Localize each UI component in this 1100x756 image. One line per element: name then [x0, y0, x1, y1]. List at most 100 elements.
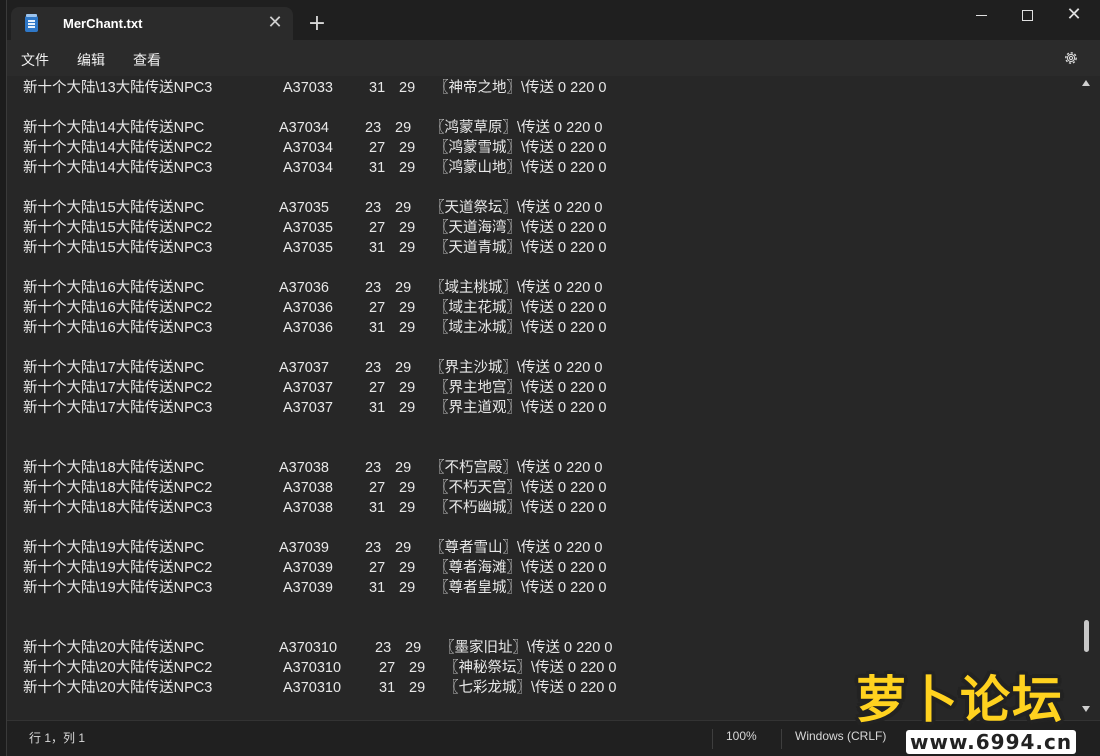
menu-view[interactable]: 查看	[133, 50, 161, 70]
scroll-up-icon[interactable]	[1082, 80, 1090, 86]
line-y: 29	[399, 560, 416, 576]
line-target: 〖域主冰城〗\传送 0 220 0	[434, 320, 607, 336]
line-y: 29	[399, 320, 416, 336]
line-y: 29	[399, 380, 416, 396]
line-code: A37034	[283, 140, 333, 156]
line-x: 27	[369, 380, 386, 396]
line-target: 〖鸿蒙草原〗\传送 0 220 0	[430, 120, 603, 136]
line-target: 〖不朽幽城〗\传送 0 220 0	[434, 500, 607, 516]
line-x: 31	[369, 240, 386, 256]
line-x: 31	[379, 680, 396, 696]
line-x: 31	[369, 500, 386, 516]
line-target: 〖神秘祭坛〗\传送 0 220 0	[444, 660, 617, 676]
menu-edit[interactable]: 编辑	[77, 50, 105, 70]
line-target: 〖界主道观〗\传送 0 220 0	[434, 400, 607, 416]
zoom-level[interactable]: 100%	[726, 729, 757, 743]
line-x: 27	[379, 660, 396, 676]
line-name: 新十个大陆\20大陆传送NPC3	[23, 680, 213, 696]
line-target: 〖天道海湾〗\传送 0 220 0	[434, 220, 607, 236]
line-code: A37039	[283, 560, 333, 576]
line-x: 27	[369, 300, 386, 316]
line-code: A370310	[283, 660, 342, 676]
line-x: 31	[369, 320, 386, 336]
maximize-icon	[1022, 10, 1033, 21]
line-target: 〖不朽宫殿〗\传送 0 220 0	[430, 460, 603, 476]
line-y: 29	[399, 140, 416, 156]
notepad-icon	[25, 14, 38, 32]
line-name: 新十个大陆\15大陆传送NPC3	[23, 240, 213, 256]
line-code: A37038	[283, 500, 333, 516]
tab-close-icon[interactable]: ✕	[265, 13, 285, 33]
line-target: 〖天道青城〗\传送 0 220 0	[434, 240, 607, 256]
status-divider	[712, 729, 713, 749]
cursor-position: 行 1，列 1	[29, 731, 86, 745]
line-code: A37035	[279, 200, 329, 216]
menu-bar: 文件 编辑 查看	[7, 40, 1100, 76]
line-y: 29	[395, 200, 412, 216]
line-target: 〖域主桃城〗\传送 0 220 0	[430, 280, 603, 296]
line-code: A37035	[283, 220, 333, 236]
line-x: 31	[369, 160, 386, 176]
gear-icon[interactable]	[1063, 50, 1079, 66]
line-target: 〖域主花城〗\传送 0 220 0	[434, 300, 607, 316]
line-code: A37034	[279, 120, 329, 136]
watermark-logo: 萝卜论坛 www.6994.cn	[850, 660, 1100, 756]
line-x: 23	[365, 280, 382, 296]
line-x: 27	[369, 220, 386, 236]
line-x: 27	[369, 480, 386, 496]
line-y: 29	[399, 160, 416, 176]
line-name: 新十个大陆\14大陆传送NPC	[23, 120, 205, 136]
line-name: 新十个大陆\15大陆传送NPC	[23, 200, 205, 216]
tab-title: MerChant.txt	[63, 16, 143, 31]
line-target: 〖界主沙城〗\传送 0 220 0	[430, 360, 603, 376]
line-x: 23	[365, 120, 382, 136]
line-name: 新十个大陆\17大陆传送NPC	[23, 360, 205, 376]
line-target: 〖天道祭坛〗\传送 0 220 0	[430, 200, 603, 216]
line-name: 新十个大陆\17大陆传送NPC3	[23, 400, 213, 416]
menu-file[interactable]: 文件	[21, 50, 49, 70]
line-name: 新十个大陆\18大陆传送NPC3	[23, 500, 213, 516]
new-tab-button[interactable]: +	[307, 13, 327, 35]
close-button[interactable]: ✕	[1051, 0, 1097, 32]
line-x: 23	[365, 360, 382, 376]
line-name: 新十个大陆\18大陆传送NPC	[23, 460, 205, 476]
line-y: 29	[399, 300, 416, 316]
line-target: 〖尊者雪山〗\传送 0 220 0	[430, 540, 603, 556]
text-area[interactable]: 新十个大陆\13大陆传送NPC3 A37033 31 29 〖神帝之地〗\传送 0 22…	[7, 76, 1077, 720]
line-code: A37038	[279, 460, 329, 476]
line-name: 新十个大陆\19大陆传送NPC	[23, 540, 205, 556]
tab-merchant-txt[interactable]: MerChant.txt ✕	[11, 7, 293, 40]
line-y: 29	[395, 280, 412, 296]
line-name: 新十个大陆\17大陆传送NPC2	[23, 380, 213, 396]
line-name: 新十个大陆\19大陆传送NPC2	[23, 560, 213, 576]
line-y: 29	[399, 400, 416, 416]
line-x: 23	[365, 540, 382, 556]
line-target: 〖不朽天宫〗\传送 0 220 0	[434, 480, 607, 496]
line-target: 〖墨家旧址〗\传送 0 220 0	[440, 640, 613, 656]
line-x: 23	[365, 200, 382, 216]
line-y: 29	[399, 220, 416, 236]
line-y: 29	[395, 360, 412, 376]
line-code: A37033	[283, 80, 333, 96]
line-target: 〖七彩龙城〗\传送 0 220 0	[444, 680, 617, 696]
line-y: 29	[395, 120, 412, 136]
line-code: A37036	[283, 320, 333, 336]
minimize-icon	[976, 15, 987, 16]
minimize-button[interactable]	[959, 0, 1005, 32]
watermark-url: www.6994.cn	[906, 730, 1077, 754]
scroll-thumb[interactable]	[1084, 620, 1089, 652]
line-y: 29	[399, 80, 416, 96]
line-x: 23	[365, 460, 382, 476]
line-name: 新十个大陆\19大陆传送NPC3	[23, 580, 213, 596]
vertical-scrollbar[interactable]	[1079, 76, 1095, 720]
line-name: 新十个大陆\16大陆传送NPC2	[23, 300, 213, 316]
line-x: 27	[369, 140, 386, 156]
text-editor[interactable]: 新十个大陆\13大陆传送NPC3 A37033 31 29 〖神帝之地〗\传送 0 22…	[7, 76, 1100, 720]
line-code: A37035	[283, 240, 333, 256]
line-target: 〖尊者皇城〗\传送 0 220 0	[434, 580, 607, 596]
line-y: 29	[395, 460, 412, 476]
line-code: A37036	[279, 280, 329, 296]
watermark-title: 萝卜论坛	[856, 671, 1064, 729]
line-code: A37036	[283, 300, 333, 316]
maximize-button[interactable]	[1005, 0, 1051, 32]
